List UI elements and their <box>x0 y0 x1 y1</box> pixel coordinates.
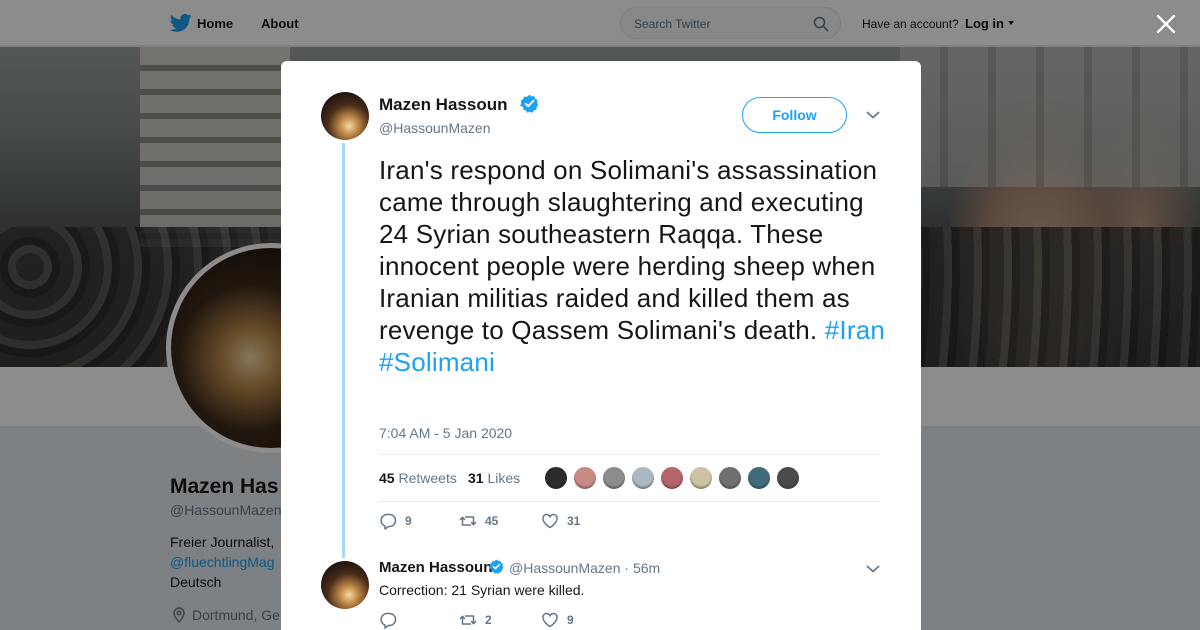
retweet-button[interactable]: 45 <box>459 512 498 530</box>
verified-badge-icon <box>489 559 504 574</box>
reply-handle-text: @HassounMazen <box>509 560 621 576</box>
retweet-count: 2 <box>485 613 492 627</box>
reply-icon <box>380 612 397 629</box>
reply-author-name[interactable]: Mazen Hassoun <box>379 559 492 576</box>
likes-count: 31 <box>468 470 484 486</box>
retweets-label: Retweets <box>398 470 457 486</box>
tweet-author-name[interactable]: Mazen Hassoun <box>379 95 507 115</box>
retweet-icon <box>459 516 477 526</box>
liker-avatar[interactable] <box>718 466 742 490</box>
tweet-text: Iran's respond on Solimani's assassinati… <box>379 154 889 378</box>
tweet-body: Iran's respond on Solimani's assassinati… <box>379 155 878 345</box>
liker-avatar[interactable] <box>660 466 684 490</box>
like-button[interactable]: 31 <box>541 512 580 530</box>
heart-icon <box>542 513 558 529</box>
hashtag-link[interactable]: #Solimani <box>379 347 495 377</box>
like-count: 31 <box>567 514 581 528</box>
reply-author-handle[interactable]: @HassounMazen · 56m <box>509 560 660 576</box>
tweet-author-handle[interactable]: @HassounMazen <box>379 120 491 136</box>
liker-avatar[interactable] <box>689 466 713 490</box>
tweet-stats: 45 Retweets 31 Likes <box>379 454 881 502</box>
liker-avatar[interactable] <box>747 466 771 490</box>
reply-age: · 56m <box>624 560 661 576</box>
tweet-timestamp[interactable]: 7:04 AM - 5 Jan 2020 <box>379 425 512 441</box>
avatar[interactable] <box>321 92 369 140</box>
likes-stat[interactable]: 31 Likes <box>468 470 520 486</box>
like-count: 9 <box>567 613 574 627</box>
retweet-count: 45 <box>485 514 499 528</box>
reply-icon <box>380 513 397 530</box>
retweets-stat[interactable]: 45 Retweets <box>379 470 457 486</box>
retweets-count: 45 <box>379 470 395 486</box>
reply-button[interactable]: 9 <box>379 512 412 530</box>
avatar[interactable] <box>321 561 369 609</box>
like-button[interactable]: 9 <box>541 611 574 629</box>
likes-label: Likes <box>487 470 521 486</box>
liker-avatar[interactable] <box>544 466 568 490</box>
verified-badge-icon <box>520 94 539 113</box>
reply-count: 9 <box>405 514 412 528</box>
retweet-button[interactable]: 2 <box>459 611 492 629</box>
reply-text: Correction: 21 Syrian were killed. <box>379 582 585 598</box>
follow-button[interactable]: Follow <box>742 97 847 133</box>
liker-avatar[interactable] <box>573 466 597 490</box>
heart-icon <box>542 612 558 628</box>
liker-avatar[interactable] <box>631 466 655 490</box>
retweet-icon <box>459 615 477 625</box>
reply-button[interactable] <box>379 611 405 629</box>
thread-connector-line <box>342 143 345 558</box>
tweet-modal: Mazen Hassoun @HassounMazen Follow Iran'… <box>281 61 921 630</box>
hashtag-link[interactable]: #Iran <box>825 315 885 345</box>
liker-avatar[interactable] <box>602 466 626 490</box>
chevron-down-icon[interactable] <box>866 563 880 575</box>
chevron-down-icon[interactable] <box>866 109 880 121</box>
close-icon[interactable] <box>1155 13 1177 35</box>
liker-avatar[interactable] <box>776 466 800 490</box>
